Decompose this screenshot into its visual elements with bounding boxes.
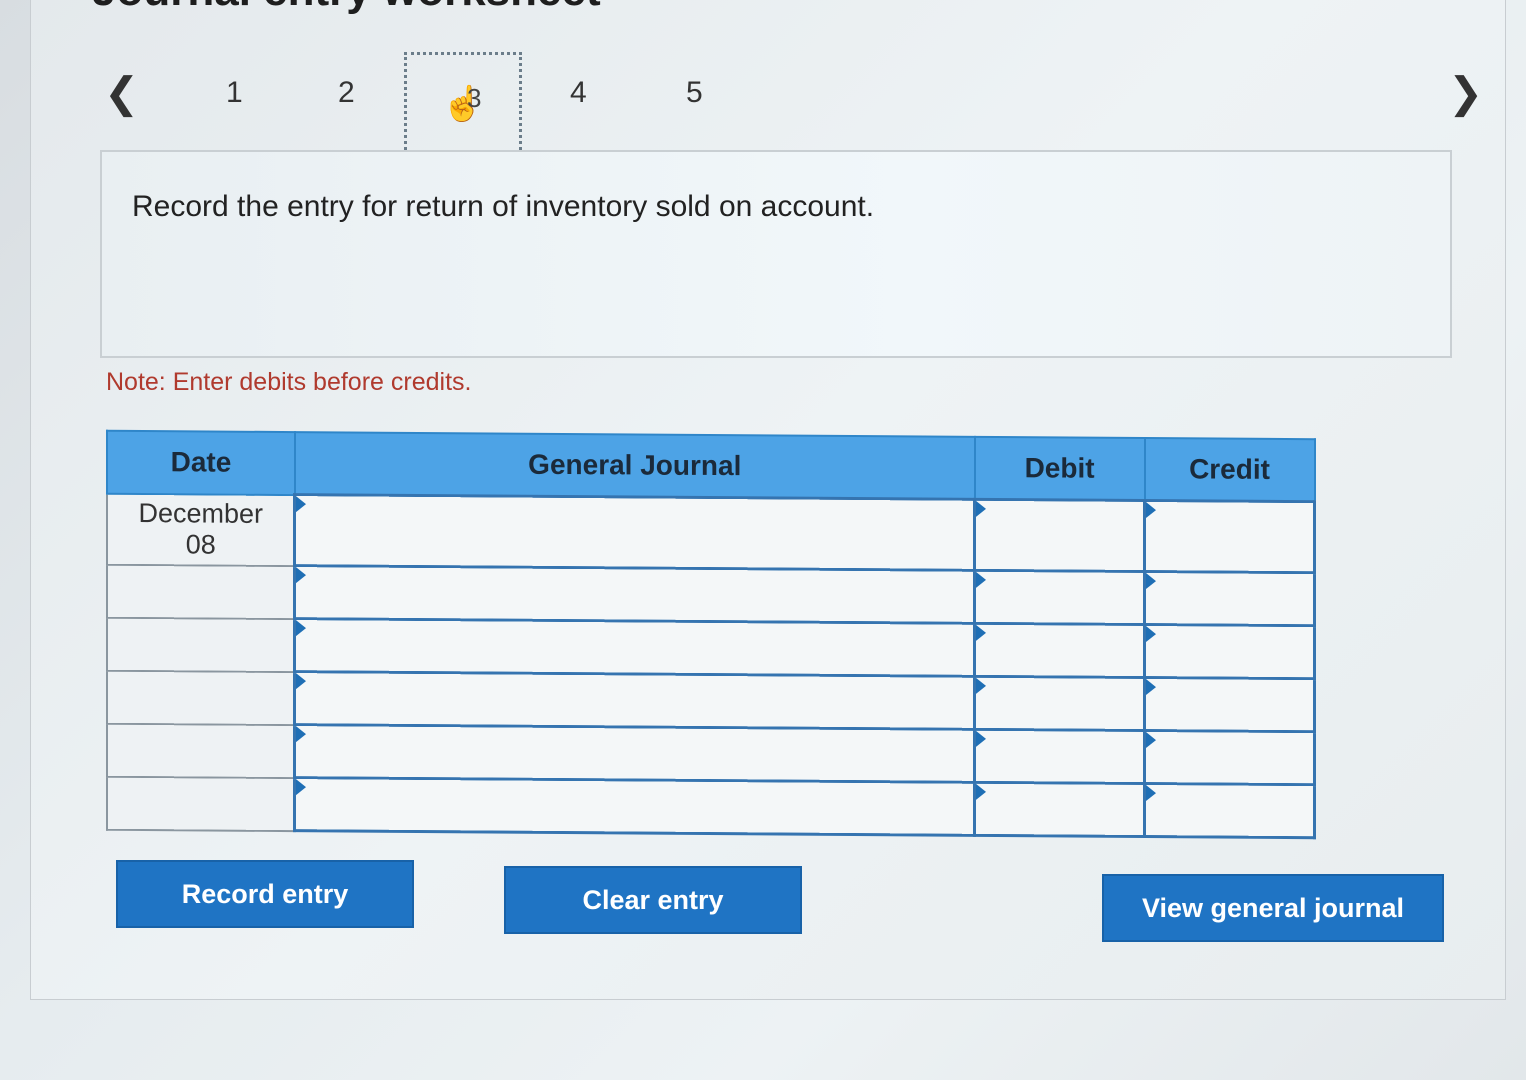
table-row <box>107 670 1315 732</box>
account-input[interactable] <box>294 777 975 836</box>
credit-input[interactable] <box>1144 677 1315 732</box>
table-row <box>107 776 1315 838</box>
credit-input[interactable] <box>1144 730 1315 785</box>
date-day: 08 <box>185 529 216 560</box>
note-text: Note: Enter debits before credits. <box>106 368 472 396</box>
question-text: Record the entry for return of inventory… <box>132 190 875 223</box>
credit-input[interactable] <box>1144 783 1315 838</box>
table-row <box>107 617 1315 679</box>
chevron-left-icon[interactable]: ❮ <box>104 68 139 117</box>
account-input[interactable] <box>294 494 975 571</box>
clear-entry-button[interactable]: Clear entry <box>504 866 802 934</box>
debit-input[interactable] <box>974 782 1145 837</box>
credit-input[interactable] <box>1144 500 1315 573</box>
date-cell <box>107 617 295 672</box>
debit-input[interactable] <box>974 676 1145 731</box>
credit-input[interactable] <box>1144 624 1315 679</box>
header-credit: Credit <box>1144 438 1315 502</box>
debit-input[interactable] <box>974 499 1145 572</box>
table-row: December 08 <box>107 493 1315 573</box>
date-cell <box>107 776 295 831</box>
chevron-right-icon[interactable]: ❯ <box>1448 68 1483 117</box>
step-5-tab[interactable]: 5 <box>686 76 703 110</box>
account-input[interactable] <box>294 618 975 677</box>
step-1-tab[interactable]: 1 <box>226 76 243 110</box>
table-row <box>107 723 1315 785</box>
date-cell <box>107 564 295 619</box>
journal-header-row: Date General Journal Debit Credit <box>107 430 1315 502</box>
table-row <box>107 564 1315 626</box>
account-input[interactable] <box>294 724 975 783</box>
step-3-tab[interactable]: ☝ 3 <box>404 52 522 156</box>
debit-input[interactable] <box>974 570 1145 625</box>
view-general-journal-button[interactable]: View general journal <box>1102 874 1444 942</box>
date-cell <box>107 670 295 725</box>
header-debit: Debit <box>974 436 1145 501</box>
step-2-tab[interactable]: 2 <box>338 76 355 110</box>
header-date: Date <box>107 430 295 495</box>
credit-input[interactable] <box>1144 571 1315 626</box>
journal-table: Date General Journal Debit Credit Decemb… <box>106 430 1316 839</box>
date-month: December <box>138 498 263 529</box>
question-box: Record the entry for return of inventory… <box>100 150 1452 358</box>
step-3-label: 3 <box>467 83 482 113</box>
date-cell <box>107 723 295 778</box>
header-general-journal: General Journal <box>294 432 975 500</box>
debit-input[interactable] <box>974 623 1145 678</box>
page-title: Journal entry worksheet <box>92 0 601 16</box>
account-input[interactable] <box>294 565 975 624</box>
step-4-tab[interactable]: 4 <box>570 76 587 110</box>
record-entry-button[interactable]: Record entry <box>116 860 414 928</box>
date-cell: December 08 <box>107 493 295 566</box>
debit-input[interactable] <box>974 729 1145 784</box>
account-input[interactable] <box>294 671 975 730</box>
